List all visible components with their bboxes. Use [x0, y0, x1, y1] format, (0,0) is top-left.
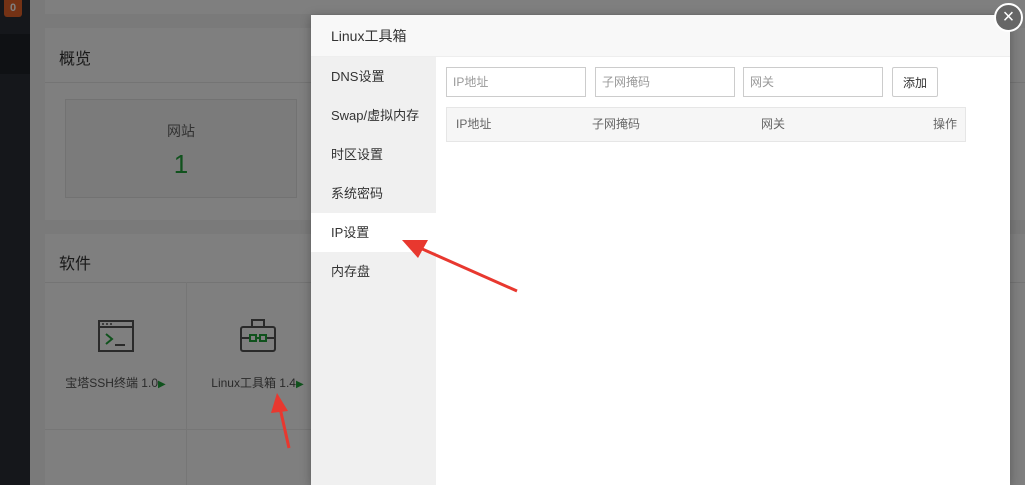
ip-address-input[interactable] — [446, 67, 586, 97]
modal-title: Linux工具箱 — [311, 15, 1010, 57]
close-icon[interactable]: × — [994, 3, 1023, 32]
column-header-gateway: 网关 — [761, 117, 786, 131]
modal-side-menu: DNS设置 Swap/虚拟内存 时区设置 系统密码 IP设置 内存盘 — [311, 57, 436, 485]
ip-settings-panel: 添加 IP地址 子网掩码 网关 操作 — [436, 57, 1010, 485]
ip-table-header: IP地址 子网掩码 网关 操作 — [446, 107, 966, 142]
menu-item-swap[interactable]: Swap/虚拟内存 — [311, 96, 436, 135]
gateway-input[interactable] — [743, 67, 883, 97]
menu-item-timezone[interactable]: 时区设置 — [311, 135, 436, 174]
column-header-actions: 操作 — [932, 117, 957, 131]
column-header-subnet-mask: 子网掩码 — [592, 117, 641, 131]
menu-item-dns[interactable]: DNS设置 — [311, 57, 436, 96]
linux-toolbox-modal: Linux工具箱 × DNS设置 Swap/虚拟内存 时区设置 系统密码 IP设… — [311, 3, 1023, 485]
menu-item-ramdisk[interactable]: 内存盘 — [311, 252, 436, 291]
menu-item-system-password[interactable]: 系统密码 — [311, 174, 436, 213]
column-header-ip: IP地址 — [456, 117, 492, 131]
menu-item-ip[interactable]: IP设置 — [311, 213, 436, 252]
add-button[interactable]: 添加 — [892, 67, 938, 97]
subnet-mask-input[interactable] — [595, 67, 735, 97]
